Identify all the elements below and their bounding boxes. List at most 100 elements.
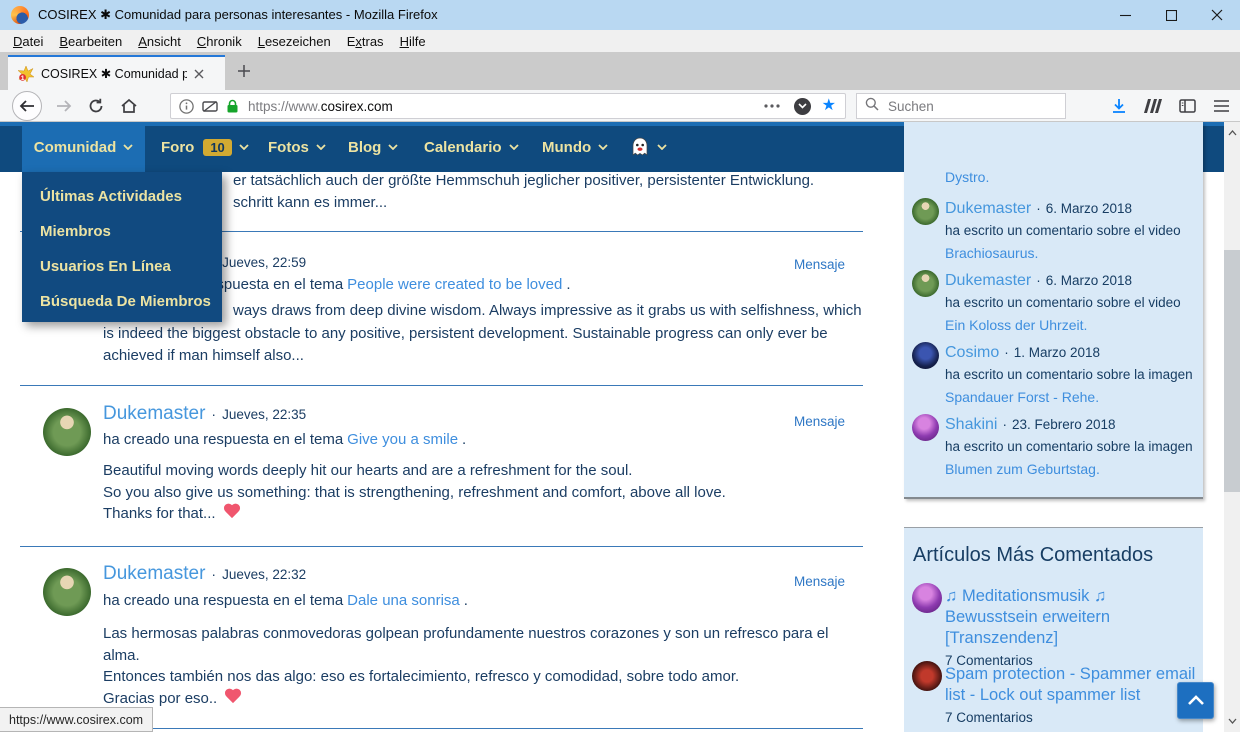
- avatar[interactable]: [912, 661, 942, 691]
- permissions-icon[interactable]: [202, 100, 218, 113]
- nav-item-foro[interactable]: Foro 10: [161, 122, 249, 172]
- pocket-icon[interactable]: [794, 98, 811, 115]
- menu-bearbeiten[interactable]: Bearbeiten: [51, 30, 130, 52]
- browser-window: COSIREX ✱ Comunidad para personas intere…: [0, 0, 1240, 732]
- topic-link[interactable]: Give you a smile: [347, 431, 458, 448]
- message-link[interactable]: Mensaje: [794, 574, 845, 589]
- navigation-toolbar: https://www.cosirex.com ★: [0, 90, 1240, 122]
- message-link[interactable]: Mensaje: [794, 414, 845, 429]
- close-button[interactable]: [1194, 0, 1240, 30]
- avatar[interactable]: [912, 583, 942, 613]
- browser-scrollbar[interactable]: [1224, 122, 1240, 732]
- scrollbar-down-arrow[interactable]: [1224, 713, 1240, 729]
- post-text-fragment: schritt kann es immer...: [233, 194, 387, 211]
- menu-datei[interactable]: Datei: [5, 30, 51, 52]
- activity-user-link[interactable]: Cosimo: [945, 344, 999, 361]
- https-lock-icon[interactable]: [226, 99, 239, 114]
- menu-hilfe[interactable]: Hilfe: [392, 30, 434, 52]
- url-input[interactable]: https://www.cosirex.com ★: [170, 93, 846, 119]
- sidebar-toggle-button[interactable]: [1172, 90, 1202, 122]
- nav-item-mundo[interactable]: Mundo: [542, 122, 608, 172]
- dropdown-item-ultimas-actividades[interactable]: Últimas Actividades: [40, 188, 182, 205]
- reload-button[interactable]: [82, 90, 110, 122]
- tab-close-button[interactable]: [189, 64, 209, 84]
- dropdown-item-busqueda-de-miembros[interactable]: Búsqueda De Miembros: [40, 293, 211, 310]
- article-link[interactable]: ♫ Meditationsmusik ♫ Bewusstsein erweite…: [945, 586, 1201, 649]
- nav-item-fun-menu[interactable]: [630, 122, 667, 172]
- sidebar-icon: [1179, 99, 1196, 113]
- nav-item-fotos[interactable]: Fotos: [268, 122, 326, 172]
- downloads-button[interactable]: [1104, 90, 1134, 122]
- minimize-button[interactable]: [1102, 0, 1148, 30]
- scrollbar-up-arrow[interactable]: [1224, 125, 1240, 141]
- minimize-icon: [1120, 10, 1131, 21]
- activity-target-link[interactable]: Spandauer Forst - Rehe.: [945, 389, 1099, 405]
- avatar[interactable]: [43, 408, 91, 456]
- post-user-link[interactable]: Dukemaster: [103, 563, 205, 585]
- activity-user-link[interactable]: Dukemaster: [945, 200, 1031, 217]
- heart-icon: [223, 504, 241, 519]
- site-info-icon[interactable]: [179, 99, 194, 114]
- chevron-up-icon: [1228, 130, 1237, 136]
- avatar[interactable]: [912, 198, 939, 225]
- library-button[interactable]: [1138, 90, 1168, 122]
- post-time: Jueves, 22:59: [222, 255, 306, 270]
- page-actions-icon[interactable]: [764, 104, 780, 108]
- search-icon: [865, 97, 879, 116]
- tab-title: COSIREX ✱ Comunidad para p: [41, 66, 187, 81]
- menu-chronik[interactable]: Chronik: [189, 30, 250, 52]
- post-user-link[interactable]: Dukemaster: [103, 403, 205, 425]
- menu-bar: Datei Bearbeiten Ansicht Chronik Lesezei…: [0, 30, 1240, 52]
- menu-lesezeichen[interactable]: Lesezeichen: [250, 30, 339, 52]
- window-titlebar: COSIREX ✱ Comunidad para personas intere…: [0, 0, 1240, 30]
- post-text-fragment: er tatsächlich auch der größte Hemmschuh…: [233, 172, 814, 189]
- home-icon: [120, 98, 138, 114]
- forward-button[interactable]: [50, 90, 78, 122]
- feed-post: Dukemaster · Jueves, 22:35 Mensaje ha cr…: [0, 403, 863, 546]
- chevron-up-icon: [1187, 695, 1205, 706]
- chevron-down-icon: [509, 144, 519, 150]
- new-tab-button[interactable]: [235, 62, 253, 80]
- activity-target-link[interactable]: Blumen zum Geburtstag.: [945, 461, 1100, 477]
- menu-ansicht[interactable]: Ansicht: [130, 30, 189, 52]
- back-arrow-icon: [19, 99, 35, 113]
- dropdown-item-usuarios-en-linea[interactable]: Usuarios En Línea: [40, 258, 171, 275]
- avatar[interactable]: [43, 568, 91, 616]
- dropdown-item-miembros[interactable]: Miembros: [40, 223, 111, 240]
- maximize-icon: [1166, 10, 1177, 21]
- activity-target-link[interactable]: Brachiosaurus.: [945, 245, 1038, 261]
- message-link[interactable]: Mensaje: [794, 257, 845, 272]
- avatar[interactable]: [912, 270, 939, 297]
- activity-target-link[interactable]: Ein Koloss der Uhrzeit.: [945, 317, 1087, 333]
- search-bar: [856, 93, 1066, 119]
- nav-item-calendario[interactable]: Calendario: [424, 122, 519, 172]
- status-link-preview: https://www.cosirex.com: [0, 707, 153, 732]
- search-input[interactable]: [886, 98, 1040, 115]
- home-button[interactable]: [114, 90, 144, 122]
- activity-user-link[interactable]: Dukemaster: [945, 272, 1031, 289]
- post-time: Jueves, 22:32: [222, 567, 306, 582]
- article-link[interactable]: Spam protection - Spammer email list - L…: [945, 664, 1201, 706]
- scrollbar-thumb[interactable]: [1224, 250, 1240, 492]
- tab-cosirex[interactable]: 1 COSIREX ✱ Comunidad para p: [8, 55, 225, 90]
- topic-link[interactable]: Dale una sonrisa: [347, 592, 460, 609]
- back-button[interactable]: [12, 91, 42, 121]
- url-scheme: https://www.: [248, 99, 321, 114]
- bookmark-star-icon[interactable]: ★: [822, 98, 836, 114]
- scroll-to-top-button[interactable]: [1177, 682, 1214, 719]
- avatar[interactable]: [912, 342, 939, 369]
- sidebar-activity-panel: Dystro. Dukemaster·6. Marzo 2018 ha escr…: [904, 122, 1203, 499]
- firefox-logo-icon: [11, 6, 29, 24]
- reload-icon: [88, 98, 104, 114]
- nav-item-comunidad[interactable]: Comunidad: [22, 122, 145, 172]
- menu-extras[interactable]: Extras: [339, 30, 392, 52]
- hamburger-menu-button[interactable]: [1206, 90, 1236, 122]
- activity-user-link[interactable]: Shakini: [945, 416, 997, 433]
- avatar[interactable]: [912, 414, 939, 441]
- topic-link[interactable]: People were created to be loved: [347, 276, 562, 293]
- chevron-down-icon: [239, 144, 249, 150]
- maximize-button[interactable]: [1148, 0, 1194, 30]
- ghost-icon: [630, 136, 650, 158]
- activity-target-link[interactable]: Dystro.: [945, 169, 989, 185]
- nav-item-blog[interactable]: Blog: [348, 122, 398, 172]
